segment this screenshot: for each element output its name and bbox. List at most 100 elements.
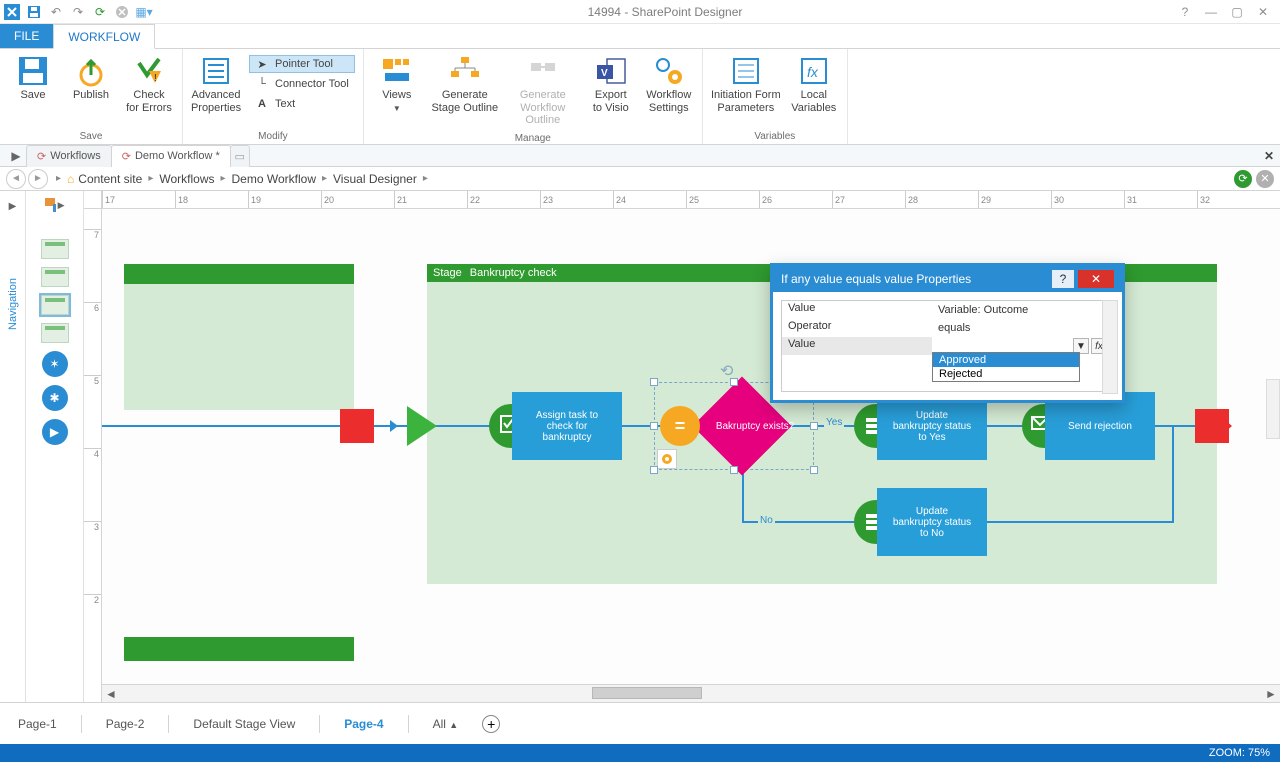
prop-row-operator[interactable]: Operator equals	[782, 319, 1113, 337]
stage-shape-4[interactable]	[41, 323, 69, 343]
group-label: Variables	[754, 129, 795, 144]
shape-start-icon[interactable]: ✶	[42, 351, 68, 377]
equals-icon[interactable]: =	[660, 406, 700, 446]
tab-file[interactable]: FILE	[0, 24, 53, 48]
nav-back-button[interactable]: ◄	[6, 169, 26, 189]
document-tabs: ▶ ⟳Workflows ⟳Demo Workflow * ▭ ✕	[0, 145, 1280, 167]
option-rejected[interactable]: Rejected	[933, 367, 1079, 381]
selection-handle[interactable]	[730, 378, 738, 386]
views-button[interactable]: Views▼	[370, 51, 424, 131]
prop-row-value[interactable]: Value Variable: Outcome	[782, 301, 1113, 319]
check-errors-button[interactable]: ! Check for Errors	[122, 51, 176, 129]
chevron-right-icon[interactable]: ▶	[9, 201, 17, 212]
crumb-demo-workflow[interactable]: Demo Workflow	[232, 172, 316, 186]
selection-handle[interactable]	[650, 378, 658, 386]
page-tab-2[interactable]: Page-2	[100, 713, 151, 735]
group-modify: Advanced Properties ➤Pointer Tool └Conne…	[183, 49, 364, 144]
selection-handle[interactable]	[810, 422, 818, 430]
publish-button[interactable]: Publish	[64, 51, 118, 129]
selection-handle[interactable]	[650, 466, 658, 474]
shape-merge-icon[interactable]: ✱	[42, 385, 68, 411]
export-visio-button[interactable]: VExport to Visio	[584, 51, 638, 131]
stage-label: Stage	[433, 267, 462, 279]
crumb-visual-designer[interactable]: Visual Designer	[333, 172, 417, 186]
initiation-form-parameters-button[interactable]: Initiation Form Parameters	[709, 51, 783, 129]
quick-access-toolbar: ↶ ↷ ⟳ ▦▾	[4, 4, 152, 20]
generate-stage-outline-button[interactable]: Generate Stage Outline	[428, 51, 502, 131]
help-icon[interactable]: ?	[1178, 5, 1192, 19]
undo-icon[interactable]: ↶	[48, 4, 64, 20]
horizontal-scrollbar[interactable]: ◄ ►	[102, 684, 1280, 702]
shapes-tool-icon[interactable]: ▶	[45, 197, 65, 213]
doc-tab-demo-workflow[interactable]: ⟳Demo Workflow *	[111, 145, 231, 167]
end-triangle[interactable]	[1212, 409, 1232, 443]
help-button[interactable]: ?	[1052, 270, 1074, 288]
crumb-site[interactable]: Content site	[78, 172, 142, 186]
document-icon: ▭	[235, 150, 245, 163]
ruler-vertical: 765432	[84, 209, 102, 702]
group-variables: Initiation Form Parameters fxLocal Varia…	[703, 49, 848, 144]
tabs-expander[interactable]: ▶	[6, 149, 26, 163]
shape-play-icon[interactable]: ▶	[42, 419, 68, 445]
terminator-left[interactable]	[340, 409, 374, 443]
app-icon[interactable]	[4, 4, 20, 20]
tab-workflow[interactable]: WORKFLOW	[53, 24, 155, 49]
workflow-settings-button[interactable]: Workflow Settings	[642, 51, 696, 131]
doc-tab-workflows[interactable]: ⟳Workflows	[26, 145, 112, 167]
page-tab-all[interactable]: All ▲	[427, 713, 465, 735]
properties-scrollbar[interactable]	[1102, 300, 1118, 394]
option-approved[interactable]: Approved	[933, 353, 1079, 367]
stage-shape-3[interactable]	[41, 295, 69, 315]
start-triangle[interactable]	[407, 406, 437, 446]
group-label: Manage	[515, 131, 551, 146]
new-tab-button[interactable]: ▭	[230, 145, 250, 167]
home-icon[interactable]: ⌂	[67, 172, 74, 186]
nav-forward-button[interactable]: ►	[28, 169, 48, 189]
close-icon[interactable]: ✕	[1256, 5, 1270, 19]
page-tab-4[interactable]: Page-4	[338, 713, 389, 735]
advanced-properties-button[interactable]: Advanced Properties	[189, 51, 243, 129]
page-tab-1[interactable]: Page-1	[12, 713, 63, 735]
page-tab-default-stage[interactable]: Default Stage View	[187, 713, 301, 735]
save-button[interactable]: Save	[6, 51, 60, 129]
side-rail: ▶ Navigation	[0, 191, 26, 702]
selection-handle[interactable]	[650, 422, 658, 430]
flow-label-no: No	[758, 515, 775, 526]
stage-box-left[interactable]	[124, 264, 354, 410]
navigation-label[interactable]: Navigation	[7, 278, 19, 330]
selection-handle[interactable]	[730, 466, 738, 474]
browser-icon[interactable]: ▦▾	[136, 4, 152, 20]
pan-right-handle[interactable]	[1266, 379, 1280, 439]
action-tag-icon[interactable]	[657, 449, 677, 469]
update-no-box[interactable]: Update bankruptcy status to No	[877, 488, 987, 556]
redo-icon[interactable]: ↷	[70, 4, 86, 20]
stop-button[interactable]: ✕	[1256, 170, 1274, 188]
close-tabs-icon[interactable]: ✕	[1264, 149, 1274, 163]
maximize-icon[interactable]: ▢	[1230, 5, 1244, 19]
stage-shape-2[interactable]	[41, 267, 69, 287]
stage-shape-1[interactable]	[41, 239, 69, 259]
text-tool-button[interactable]: AText	[249, 95, 355, 113]
crumb-workflows[interactable]: Workflows	[159, 172, 214, 186]
refresh-icon[interactable]: ⟳	[92, 4, 108, 20]
scroll-left-icon[interactable]: ◄	[102, 685, 120, 702]
minimize-icon[interactable]: —	[1204, 5, 1218, 19]
scrollbar-thumb[interactable]	[592, 687, 702, 699]
local-variables-button[interactable]: fxLocal Variables	[787, 51, 841, 129]
arrowhead-icon	[390, 420, 398, 432]
save-icon[interactable]	[26, 4, 42, 20]
stop-icon[interactable]	[114, 4, 130, 20]
selection-handle[interactable]	[810, 466, 818, 474]
page-tabs: Page-1 Page-2 Default Stage View Page-4 …	[0, 702, 1280, 744]
scroll-right-icon[interactable]: ►	[1262, 685, 1280, 702]
add-page-button[interactable]: +	[482, 715, 500, 733]
canvas[interactable]: StageBankruptcy check Assign task to che…	[102, 209, 1280, 684]
flow-label-yes: Yes	[824, 417, 844, 428]
pointer-tool-button[interactable]: ➤Pointer Tool	[249, 55, 355, 73]
close-button[interactable]: ✕	[1078, 270, 1114, 288]
refresh-button[interactable]: ⟳	[1234, 170, 1252, 188]
zoom-status[interactable]: ZOOM: 75%	[1209, 747, 1270, 759]
connector-tool-button[interactable]: └Connector Tool	[249, 75, 355, 93]
stage-box-bottom[interactable]	[124, 637, 354, 661]
assign-task-box[interactable]: Assign task to check for bankruptcy	[512, 392, 622, 460]
